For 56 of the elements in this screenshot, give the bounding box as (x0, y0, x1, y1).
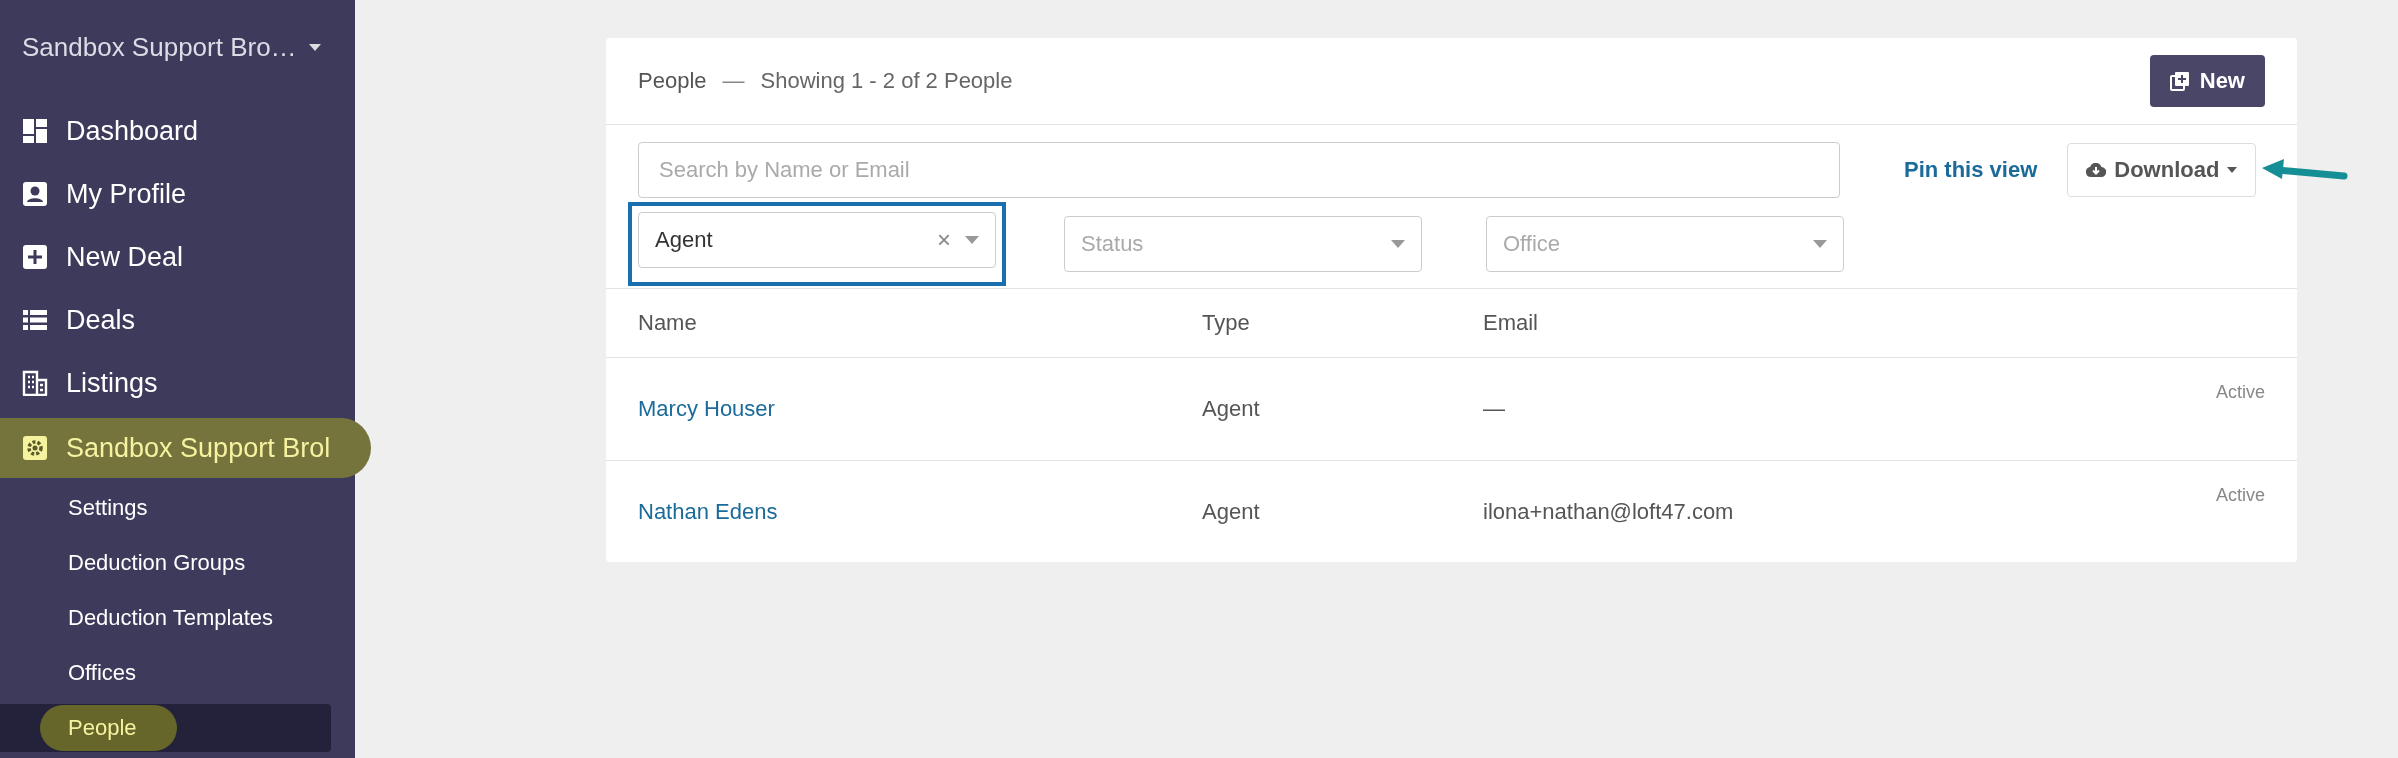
search-field[interactable]: Search by Name or Email (638, 142, 1840, 198)
sub-nav-label: Deduction Templates (68, 605, 274, 631)
sub-nav-item[interactable]: Settings (0, 484, 331, 532)
new-button[interactable]: New (2149, 55, 2265, 107)
nav-label: Sandbox Support Brol (66, 432, 331, 464)
nav-label: My Profile (66, 178, 187, 210)
building-icon (22, 370, 48, 396)
sub-nav-label: People (40, 705, 177, 751)
nav-item[interactable]: Deals (0, 295, 355, 345)
download-button[interactable]: Download (2067, 143, 2257, 197)
separator-dash: — (722, 68, 745, 94)
plus-icon (22, 244, 48, 270)
organization-switcher[interactable]: Sandbox Support Bro… (0, 28, 355, 66)
column-header: Name (638, 310, 698, 336)
caret-icon (965, 236, 979, 244)
nav-item[interactable]: New Deal (0, 232, 355, 282)
caret-icon (2227, 167, 2238, 173)
nav-label: Listings (66, 367, 158, 399)
clear-icon[interactable]: × (937, 226, 951, 254)
person-link[interactable]: Marcy Houser (638, 396, 1202, 422)
caret-icon (1813, 240, 1827, 248)
card-title: People (638, 68, 707, 94)
nav-label: Deals (66, 304, 136, 336)
sub-nav-label: Deduction Groups (68, 550, 246, 576)
table-cell-text: Agent (1202, 396, 1261, 422)
status-label: Active (2215, 485, 2265, 506)
nav-item[interactable]: My Profile (0, 169, 355, 219)
nav-item[interactable]: Listings (0, 358, 355, 408)
sub-nav-label: Offices (68, 660, 137, 686)
sub-nav-item[interactable]: People (0, 704, 331, 752)
list-icon (22, 307, 48, 333)
table-cell-text: — (1483, 396, 1506, 422)
status-label: Active (2215, 382, 2265, 403)
cloud-download-icon (2086, 163, 2107, 177)
dashboard-icon (22, 118, 48, 144)
table-cell-text: Agent (1202, 499, 1261, 525)
column-header: Email (1483, 310, 1539, 336)
caret-icon (1391, 240, 1405, 248)
sub-nav-item[interactable]: Offices (0, 649, 331, 697)
add-copy-icon (2169, 71, 2190, 91)
nav-item[interactable]: Sandbox Support Brol (0, 418, 371, 478)
person-link[interactable]: Nathan Edens (638, 499, 1202, 525)
filter-select[interactable]: Agent × (638, 212, 996, 268)
column-header: Type (1202, 310, 1251, 336)
profile-icon (22, 181, 48, 207)
pin-view-link[interactable]: Pin this view (1904, 157, 2038, 183)
sub-nav-item[interactable]: Deduction Templates (0, 594, 331, 642)
caret-icon (308, 43, 321, 51)
nav-item[interactable]: Dashboard (0, 106, 355, 156)
sub-nav-label: Settings (68, 495, 148, 521)
table-cell-text: ilona+nathan@loft47.com (1483, 499, 1735, 525)
result-summary: Showing 1 - 2 of 2 People (760, 68, 1013, 94)
sub-nav-item[interactable]: Deduction Groups (0, 539, 331, 587)
nav-label: New Deal (66, 241, 184, 273)
nav-label: Dashboard (66, 115, 199, 147)
gear-icon (22, 435, 48, 461)
